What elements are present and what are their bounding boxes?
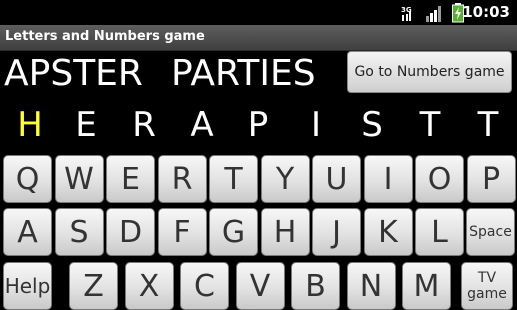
tv-game-label-line1: TV bbox=[477, 270, 497, 286]
target-letter[interactable]: E bbox=[66, 105, 106, 145]
key-x[interactable]: X bbox=[124, 262, 174, 310]
key-g[interactable]: G bbox=[209, 208, 258, 256]
target-letter[interactable]: H bbox=[10, 105, 50, 145]
key-t[interactable]: T bbox=[209, 155, 258, 203]
key-p[interactable]: P bbox=[466, 155, 516, 203]
tv-game-key[interactable]: TV game bbox=[461, 262, 513, 310]
signal-strength-icon bbox=[426, 6, 441, 22]
key-y[interactable]: Y bbox=[260, 155, 310, 203]
target-letters-row: HERAPISTT bbox=[0, 105, 517, 149]
key-q[interactable]: Q bbox=[3, 155, 52, 203]
key-r[interactable]: R bbox=[157, 155, 207, 203]
key-d[interactable]: D bbox=[106, 208, 155, 256]
key-h[interactable]: H bbox=[260, 208, 310, 256]
key-u[interactable]: U bbox=[312, 155, 361, 203]
tv-game-label-line2: game bbox=[467, 286, 507, 302]
key-w[interactable]: W bbox=[54, 155, 104, 203]
target-letter[interactable]: I bbox=[296, 105, 336, 145]
key-f[interactable]: F bbox=[157, 208, 207, 256]
key-i[interactable]: I bbox=[363, 155, 413, 203]
app-title-bar: Letters and Numbers game bbox=[0, 25, 517, 51]
key-a[interactable]: A bbox=[3, 208, 52, 256]
key-k[interactable]: K bbox=[363, 208, 413, 256]
key-b[interactable]: B bbox=[291, 262, 340, 310]
key-s[interactable]: S bbox=[54, 208, 104, 256]
key-e[interactable]: E bbox=[106, 155, 155, 203]
help-key[interactable]: Help bbox=[3, 262, 52, 310]
key-c[interactable]: C bbox=[180, 262, 229, 310]
target-letter[interactable]: A bbox=[182, 105, 222, 145]
key-n[interactable]: N bbox=[346, 262, 396, 310]
go-to-numbers-button[interactable]: Go to Numbers game bbox=[347, 51, 512, 93]
status-bar: 3G 10:03 bbox=[0, 0, 517, 25]
found-word-first: APSTER bbox=[4, 53, 143, 94]
network-3g-icon: 3G bbox=[401, 6, 412, 21]
key-j[interactable]: J bbox=[312, 208, 361, 256]
clock: 10:03 bbox=[462, 3, 510, 21]
target-letter[interactable]: T bbox=[468, 105, 508, 145]
target-letter[interactable]: T bbox=[410, 105, 450, 145]
app-title: Letters and Numbers game bbox=[5, 29, 205, 44]
key-m[interactable]: M bbox=[402, 262, 451, 310]
key-l[interactable]: L bbox=[415, 208, 464, 256]
key-z[interactable]: Z bbox=[69, 262, 118, 310]
target-letter[interactable]: P bbox=[238, 105, 278, 145]
target-letter[interactable]: R bbox=[124, 105, 164, 145]
key-v[interactable]: V bbox=[235, 262, 285, 310]
key-o[interactable]: O bbox=[415, 155, 464, 203]
found-word-second: PARTIES bbox=[171, 53, 316, 94]
space-key[interactable]: Space bbox=[466, 208, 515, 256]
target-letter[interactable]: S bbox=[352, 105, 392, 145]
